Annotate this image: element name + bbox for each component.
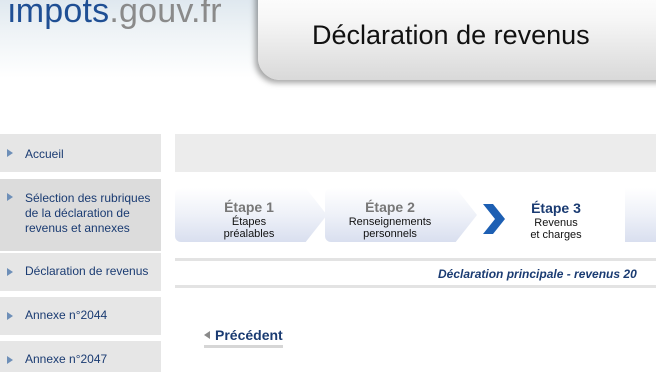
logo-text-main: impots bbox=[8, 0, 110, 30]
previous-label: Précédent bbox=[215, 327, 283, 343]
arrow-right-icon bbox=[7, 312, 13, 320]
step-1[interactable]: Étape 1 Étapes préalables bbox=[175, 188, 327, 242]
step-desc: Revenus et charges bbox=[511, 217, 601, 241]
step-4-partial[interactable] bbox=[625, 188, 656, 242]
step-2-text: Étape 2 Renseignements personnels bbox=[325, 199, 455, 240]
step-progress: Étape 1 Étapes préalables Étape 2 Rensei… bbox=[175, 188, 656, 244]
sidebar-item-label: Annexe n°2044 bbox=[25, 308, 108, 322]
sidebar-item-declaration-revenus[interactable]: Déclaration de revenus bbox=[0, 253, 161, 291]
current-step-chevron-icon bbox=[483, 204, 505, 234]
step-desc-line: Étapes bbox=[231, 216, 267, 228]
sidebar-item-label: Annexe n°2047 bbox=[25, 352, 108, 366]
step-desc: Étapes préalables bbox=[175, 216, 323, 240]
step-desc-line: préalables bbox=[223, 228, 275, 240]
label-line: de la déclaration de bbox=[25, 206, 130, 220]
declaration-header: Déclaration principale - revenus 20 bbox=[175, 258, 656, 288]
sidebar-item-selection-rubriques[interactable]: Sélection des rubriques de la déclaratio… bbox=[0, 179, 161, 251]
label-line: Sélection des rubriques bbox=[25, 191, 151, 205]
arrow-right-icon bbox=[7, 149, 13, 157]
step-1-text: Étape 1 Étapes préalables bbox=[175, 199, 323, 240]
step-name: Étape 2 bbox=[365, 199, 415, 215]
site-logo[interactable]: impots.gouv.fr bbox=[8, 0, 222, 31]
arrow-left-icon bbox=[204, 331, 210, 339]
sidebar-item-label: Déclaration de revenus bbox=[25, 264, 149, 278]
step-2[interactable]: Étape 2 Renseignements personnels bbox=[325, 188, 477, 242]
step-desc-line: personnels bbox=[363, 228, 417, 240]
step-desc-line: Renseignements bbox=[348, 216, 432, 228]
step-desc-line: et charges bbox=[530, 229, 582, 241]
sidebar-item-annexe-2047[interactable]: Annexe n°2047 bbox=[0, 341, 161, 372]
sidebar-item-label: Sélection des rubriques de la déclaratio… bbox=[25, 191, 150, 236]
sidebar-item-annexe-2044[interactable]: Annexe n°2044 bbox=[0, 297, 161, 335]
step-name: Étape 1 bbox=[224, 199, 274, 215]
step-name: Étape 3 bbox=[531, 200, 581, 216]
label-line: revenus et annexes bbox=[25, 221, 130, 235]
declaration-title: Déclaration principale - revenus 20 bbox=[438, 267, 637, 281]
logo-text-domain: .gouv.fr bbox=[109, 0, 222, 30]
content-top-bar bbox=[175, 134, 656, 172]
arrow-right-icon bbox=[7, 193, 13, 201]
page-title-tab: Déclaration de revenus bbox=[258, 0, 656, 80]
page-title: Déclaration de revenus bbox=[312, 20, 590, 50]
previous-button[interactable]: Précédent bbox=[204, 327, 283, 348]
step-3: Étape 3 Revenus et charges bbox=[511, 200, 601, 241]
step-desc: Renseignements personnels bbox=[325, 216, 455, 240]
sidebar-item-label: Accueil bbox=[25, 147, 64, 161]
sidebar-item-accueil[interactable]: Accueil bbox=[0, 134, 161, 172]
arrow-right-icon bbox=[7, 268, 13, 276]
arrow-right-icon bbox=[7, 356, 13, 364]
step-desc-line: Revenus bbox=[534, 217, 578, 229]
